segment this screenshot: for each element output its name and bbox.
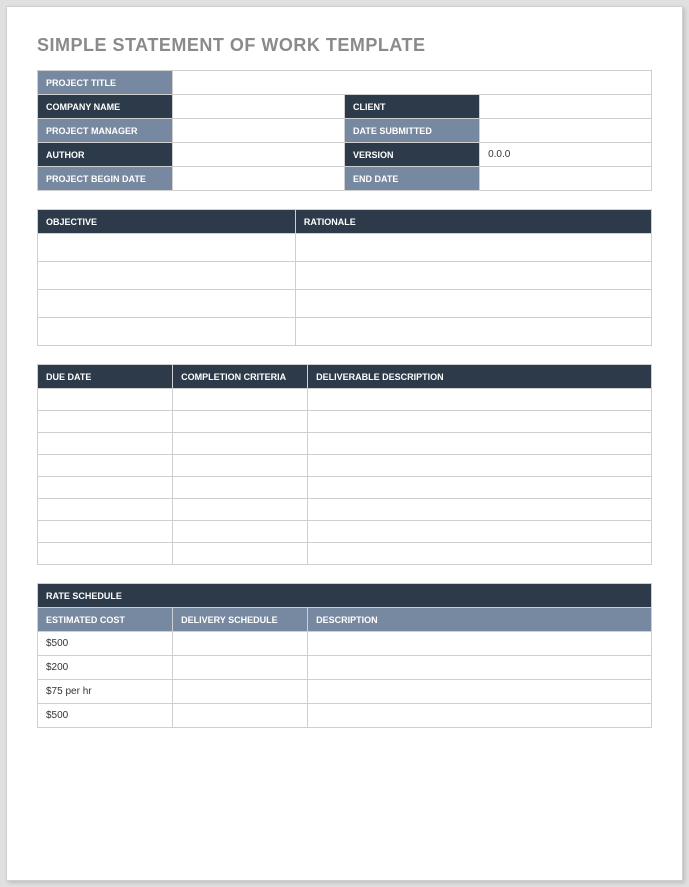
cost-cell[interactable]: $500	[38, 632, 173, 656]
due-cell[interactable]	[38, 411, 173, 433]
estimated-cost-header: ESTIMATED COST	[38, 608, 173, 632]
due-cell[interactable]	[38, 455, 173, 477]
delivery-cell[interactable]	[173, 632, 308, 656]
delivery-cell[interactable]	[173, 704, 308, 728]
page-title: SIMPLE STATEMENT OF WORK TEMPLATE	[37, 35, 652, 56]
objective-cell[interactable]	[38, 318, 296, 346]
criteria-cell[interactable]	[173, 389, 308, 411]
client-value[interactable]	[480, 95, 652, 119]
criteria-cell[interactable]	[173, 521, 308, 543]
rationale-cell[interactable]	[295, 234, 651, 262]
rate-desc-cell[interactable]	[308, 680, 652, 704]
due-cell[interactable]	[38, 433, 173, 455]
author-value[interactable]	[173, 143, 345, 167]
company-name-value[interactable]	[173, 95, 345, 119]
rationale-cell[interactable]	[295, 318, 651, 346]
due-cell[interactable]	[38, 477, 173, 499]
desc-cell[interactable]	[308, 499, 652, 521]
desc-cell[interactable]	[308, 543, 652, 565]
cost-cell[interactable]: $200	[38, 656, 173, 680]
rationale-cell[interactable]	[295, 262, 651, 290]
due-cell[interactable]	[38, 389, 173, 411]
objectives-table: OBJECTIVE RATIONALE	[37, 209, 652, 346]
document-page: SIMPLE STATEMENT OF WORK TEMPLATE PROJEC…	[6, 6, 683, 881]
version-label: VERSION	[344, 143, 479, 167]
desc-cell[interactable]	[308, 411, 652, 433]
criteria-cell[interactable]	[173, 543, 308, 565]
objective-cell[interactable]	[38, 234, 296, 262]
due-date-header: DUE DATE	[38, 365, 173, 389]
rate-desc-cell[interactable]	[308, 656, 652, 680]
rate-description-header: DESCRIPTION	[308, 608, 652, 632]
criteria-cell[interactable]	[173, 433, 308, 455]
end-date-value[interactable]	[480, 167, 652, 191]
author-label: AUTHOR	[38, 143, 173, 167]
desc-cell[interactable]	[308, 433, 652, 455]
criteria-cell[interactable]	[173, 477, 308, 499]
cost-cell[interactable]: $500	[38, 704, 173, 728]
objective-header: OBJECTIVE	[38, 210, 296, 234]
objective-cell[interactable]	[38, 290, 296, 318]
project-meta-table: PROJECT TITLE COMPANY NAME CLIENT PROJEC…	[37, 70, 652, 191]
due-cell[interactable]	[38, 521, 173, 543]
objective-cell[interactable]	[38, 262, 296, 290]
criteria-cell[interactable]	[173, 411, 308, 433]
rate-schedule-header: RATE SCHEDULE	[38, 584, 652, 608]
date-submitted-label: DATE SUBMITTED	[344, 119, 479, 143]
end-date-label: END DATE	[344, 167, 479, 191]
delivery-schedule-header: DELIVERY SCHEDULE	[173, 608, 308, 632]
rate-desc-cell[interactable]	[308, 704, 652, 728]
delivery-cell[interactable]	[173, 680, 308, 704]
client-label: CLIENT	[344, 95, 479, 119]
desc-cell[interactable]	[308, 477, 652, 499]
company-name-label: COMPANY NAME	[38, 95, 173, 119]
rate-desc-cell[interactable]	[308, 632, 652, 656]
project-manager-value[interactable]	[173, 119, 345, 143]
desc-cell[interactable]	[308, 455, 652, 477]
deliverables-table: DUE DATE COMPLETION CRITERIA DELIVERABLE…	[37, 364, 652, 565]
delivery-cell[interactable]	[173, 656, 308, 680]
criteria-header: COMPLETION CRITERIA	[173, 365, 308, 389]
begin-date-value[interactable]	[173, 167, 345, 191]
begin-date-label: PROJECT BEGIN DATE	[38, 167, 173, 191]
cost-cell[interactable]: $75 per hr	[38, 680, 173, 704]
criteria-cell[interactable]	[173, 499, 308, 521]
due-cell[interactable]	[38, 543, 173, 565]
due-cell[interactable]	[38, 499, 173, 521]
project-manager-label: PROJECT MANAGER	[38, 119, 173, 143]
project-title-label: PROJECT TITLE	[38, 71, 173, 95]
desc-cell[interactable]	[308, 521, 652, 543]
date-submitted-value[interactable]	[480, 119, 652, 143]
rationale-header: RATIONALE	[295, 210, 651, 234]
desc-cell[interactable]	[308, 389, 652, 411]
rate-schedule-table: RATE SCHEDULE ESTIMATED COST DELIVERY SC…	[37, 583, 652, 728]
rationale-cell[interactable]	[295, 290, 651, 318]
version-value[interactable]: 0.0.0	[480, 143, 652, 167]
criteria-cell[interactable]	[173, 455, 308, 477]
project-title-value[interactable]	[173, 71, 652, 95]
deliverable-desc-header: DELIVERABLE DESCRIPTION	[308, 365, 652, 389]
